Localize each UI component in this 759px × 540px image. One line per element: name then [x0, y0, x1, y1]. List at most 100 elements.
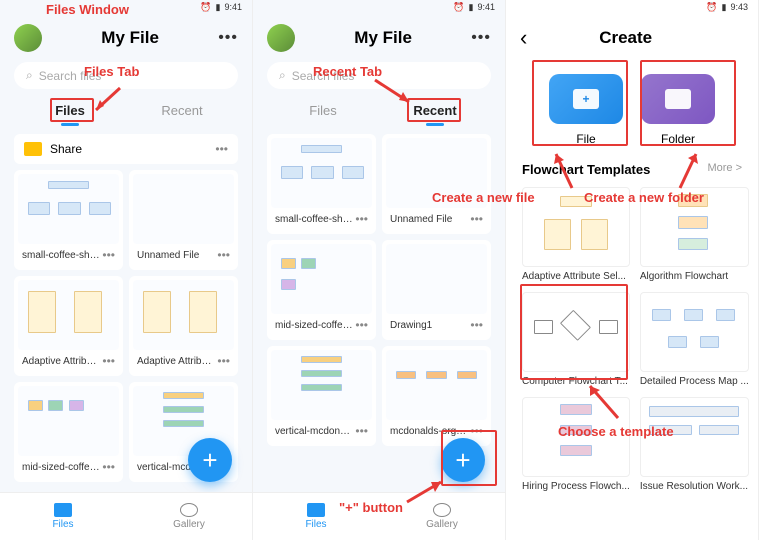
header: My File •••	[253, 14, 505, 62]
search-icon: ⌕	[279, 68, 286, 83]
folder-icon	[24, 142, 42, 156]
template-card[interactable]: Issue Resolution Work...	[640, 397, 749, 492]
panel-recent-window: ⏰ ▮ 9:41 My File ••• ⌕ Search files File…	[253, 0, 506, 540]
item-more-icon[interactable]: •••	[355, 212, 368, 226]
nav-files[interactable]: Files	[0, 493, 126, 540]
template-name: Hiring Process Flowch...	[522, 481, 630, 492]
status-time: 9:41	[224, 2, 242, 12]
back-icon[interactable]: ‹	[520, 25, 527, 51]
plus-icon: +	[455, 445, 470, 476]
plus-icon: +	[202, 445, 217, 476]
file-card[interactable]: Unnamed File •••	[382, 134, 491, 234]
status-time: 9:43	[730, 2, 748, 12]
file-name: Adaptive Attribute ...	[22, 356, 100, 367]
file-name: Unnamed File	[390, 214, 452, 225]
item-more-icon[interactable]: •••	[102, 354, 115, 368]
template-grid: Adaptive Attribute Sel... Algorithm Flow…	[506, 177, 758, 502]
item-more-icon[interactable]: •••	[217, 248, 230, 262]
tab-recent[interactable]: Recent	[379, 97, 491, 124]
alarm-off-icon: ⏰	[200, 2, 211, 13]
template-name: Computer Flowchart T...	[522, 376, 630, 387]
file-card[interactable]: vertical-mcdonald...•••	[267, 346, 376, 446]
template-name: Issue Resolution Work...	[640, 481, 749, 492]
item-more-icon[interactable]: •••	[470, 318, 483, 332]
file-card[interactable]: mcdonalds-organi...•••	[382, 346, 491, 446]
gallery-icon	[433, 503, 451, 517]
page-title: Create	[599, 28, 652, 48]
share-label: Share	[50, 142, 207, 156]
file-name: Drawing1	[390, 320, 432, 331]
file-card[interactable]: small-coffee-shop-...•••	[14, 170, 123, 270]
files-icon	[307, 503, 325, 517]
bottom-nav: Files Gallery	[0, 492, 252, 540]
file-name: Unnamed File	[137, 250, 199, 261]
item-more-icon[interactable]: •••	[102, 460, 115, 474]
item-more-icon[interactable]: •••	[470, 212, 483, 226]
item-more-icon[interactable]: •••	[215, 142, 228, 156]
template-card[interactable]: Adaptive Attribute Sel...	[522, 187, 630, 282]
item-more-icon[interactable]: •••	[102, 248, 115, 262]
fab-add-button[interactable]: +	[441, 438, 485, 482]
nav-gallery[interactable]: Gallery	[379, 493, 505, 540]
search-placeholder: Search files	[292, 69, 355, 83]
battery-icon: ▮	[216, 2, 221, 13]
more-icon[interactable]: •••	[471, 29, 491, 47]
template-name: Adaptive Attribute Sel...	[522, 271, 630, 282]
nav-gallery[interactable]: Gallery	[126, 493, 252, 540]
create-folder-label: Folder	[661, 132, 695, 146]
file-card[interactable]: Drawing1 •••	[382, 240, 491, 340]
file-name: small-coffee-shop-...	[22, 250, 100, 261]
panel-files-window: ⏰ ▮ 9:41 My File ••• ⌕ Search files File…	[0, 0, 253, 540]
tab-files[interactable]: Files	[267, 97, 379, 124]
create-file-button[interactable]: File	[549, 74, 623, 146]
file-card[interactable]: mid-sized-coffee-s...•••	[14, 382, 123, 482]
status-bar: ⏰ ▮ 9:41	[253, 0, 505, 14]
file-card[interactable]: Adaptive Attribute ...•••	[14, 276, 123, 376]
file-name: vertical-mcdonald...	[275, 426, 353, 437]
header: ‹ Create	[506, 14, 758, 62]
panel-create: ⏰ ▮ 9:43 ‹ Create File Folder Flowchart …	[506, 0, 759, 540]
page-title: My File	[101, 28, 159, 48]
template-card[interactable]: Detailed Process Map ...	[640, 292, 749, 387]
file-name: mid-sized-coffee-s...	[22, 462, 100, 473]
item-more-icon[interactable]: •••	[470, 424, 483, 438]
template-card[interactable]: Algorithm Flowchart	[640, 187, 749, 282]
files-icon	[54, 503, 72, 517]
item-more-icon[interactable]: •••	[355, 318, 368, 332]
more-icon[interactable]: •••	[218, 29, 238, 47]
battery-icon: ▮	[722, 2, 727, 13]
section-title: Flowchart Templates	[522, 162, 650, 177]
avatar[interactable]	[14, 24, 42, 52]
search-input[interactable]: ⌕ Search files	[267, 62, 491, 89]
share-folder[interactable]: Share •••	[14, 134, 238, 164]
header: My File •••	[0, 14, 252, 62]
create-file-label: File	[576, 132, 595, 146]
file-card[interactable]: Unnamed File •••	[129, 170, 238, 270]
alarm-off-icon: ⏰	[453, 2, 464, 13]
tabs: Files Recent	[267, 97, 491, 124]
page-title: My File	[354, 28, 412, 48]
file-card[interactable]: small-coffee-shop-...•••	[267, 134, 376, 234]
search-placeholder: Search files	[39, 69, 102, 83]
create-folder-button[interactable]: Folder	[641, 74, 715, 146]
search-input[interactable]: ⌕ Search files	[14, 62, 238, 89]
tab-files[interactable]: Files	[14, 97, 126, 124]
status-bar: ⏰ ▮ 9:43	[506, 0, 758, 14]
alarm-off-icon: ⏰	[706, 2, 717, 13]
more-link[interactable]: More >	[707, 162, 742, 177]
item-more-icon[interactable]: •••	[355, 424, 368, 438]
nav-files[interactable]: Files	[253, 493, 379, 540]
template-name: Detailed Process Map ...	[640, 376, 749, 387]
template-card[interactable]: Computer Flowchart T...	[522, 292, 630, 387]
tabs: Files Recent	[14, 97, 238, 124]
fab-add-button[interactable]: +	[188, 438, 232, 482]
avatar[interactable]	[267, 24, 295, 52]
file-card[interactable]: mid-sized-coffee-s...•••	[267, 240, 376, 340]
template-card[interactable]: Hiring Process Flowch...	[522, 397, 630, 492]
file-card[interactable]: Adaptive Attribute ...•••	[129, 276, 238, 376]
folder-add-icon	[641, 74, 715, 124]
file-name: Adaptive Attribute ...	[137, 356, 215, 367]
tab-recent[interactable]: Recent	[126, 97, 238, 124]
item-more-icon[interactable]: •••	[217, 354, 230, 368]
template-name: Algorithm Flowchart	[640, 271, 749, 282]
